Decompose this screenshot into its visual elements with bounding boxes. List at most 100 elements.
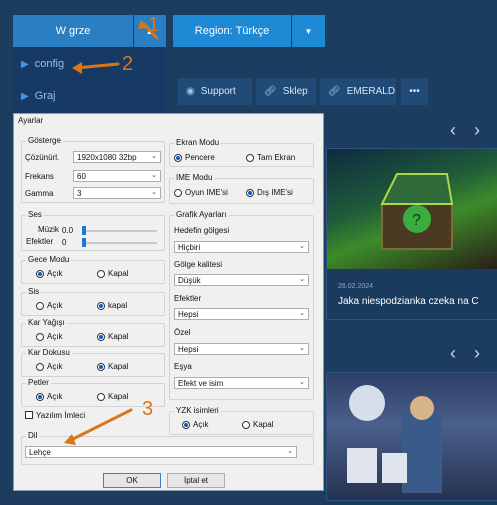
dropdown-item-config[interactable]: ▶ config: [21, 58, 64, 70]
chevron-down-icon: ⌄: [299, 276, 305, 283]
resolution-select[interactable]: 1920x1080 32bp ⌄: [73, 151, 161, 163]
svg-text:?: ?: [412, 212, 421, 229]
radio-yzk-on[interactable]: Açık: [182, 420, 209, 429]
radio-snow-texture-on[interactable]: Açık: [36, 362, 63, 371]
annotation-number-3: 3: [142, 398, 154, 420]
fog-group: Sis Açık kapal: [21, 287, 165, 316]
radio-window[interactable]: Pencere: [174, 153, 215, 162]
yzk-names-title: YZK isimleri: [174, 406, 221, 415]
region-dropdown-toggle[interactable]: ▼: [292, 15, 325, 47]
graphics-title: Grafik Ayarları: [174, 210, 229, 219]
language-dropdown-menu: ▶ config ▶ Graj: [13, 47, 166, 117]
gamma-label: Gamma: [25, 189, 54, 198]
gamma-select[interactable]: 3 ⌄: [73, 187, 161, 199]
caret-down-icon: ▼: [304, 26, 313, 36]
snow-texture-group: Kar Dokusu Açık Kapal: [21, 348, 165, 377]
carousel-next-icon[interactable]: ›: [474, 120, 480, 141]
treasure-chest-image: ?: [380, 173, 454, 250]
effects-slider[interactable]: [82, 242, 157, 244]
nav-emerald[interactable]: 🔗︎ EMERALD: [320, 78, 396, 105]
radio-snowfall-off[interactable]: Kapal: [97, 332, 128, 341]
items-select[interactable]: Efekt ve isim ⌄: [174, 377, 309, 389]
ime-mode-group: IME Modu Oyun IME'si Dış IME'si: [169, 173, 314, 204]
display-group-title: Gösterge: [26, 136, 63, 145]
radio-snowfall-on[interactable]: Açık: [36, 332, 63, 341]
fog-title: Sis: [26, 287, 42, 296]
radio-yzk-off[interactable]: Kapal: [242, 420, 273, 429]
effects-slider-thumb[interactable]: [82, 238, 86, 247]
screen-mode-title: Ekran Modu: [174, 138, 222, 147]
discord-icon: ◉: [186, 86, 195, 97]
frequency-select[interactable]: 60 ⌄: [73, 170, 161, 182]
night-mode-title: Gece Modu: [26, 255, 72, 264]
sound-title: Ses: [26, 210, 44, 219]
radio-fog-on[interactable]: Açık: [36, 301, 63, 310]
items-label: Eşya: [174, 362, 192, 371]
sound-group: Ses Müzik 0.0 Efektler 0: [21, 210, 165, 251]
language-group: Dil Lehçe ⌄: [21, 431, 314, 465]
chevron-down-icon: ⌄: [299, 243, 305, 250]
nav-shop[interactable]: 🔗︎ Sklep: [256, 78, 316, 105]
pets-title: Petler: [26, 378, 51, 387]
warrior-wolves-image: [347, 385, 442, 493]
language-title: Dil: [26, 431, 40, 440]
effects-volume-label: Efektler: [26, 237, 54, 246]
news-card[interactable]: ? 26.02.2024 Jaka niespodzianka czeka na…: [326, 148, 497, 320]
dropdown-item-label: config: [34, 58, 65, 70]
radio-fullscreen[interactable]: Tam Ekran: [246, 153, 295, 162]
target-shadow-label: Hedefin gölgesi: [174, 226, 230, 235]
music-slider-thumb[interactable]: [82, 226, 86, 235]
shadow-quality-label: Gölge kalitesi: [174, 260, 223, 269]
chevron-down-icon: ⌄: [287, 448, 293, 455]
radio-pets-on[interactable]: Açık: [36, 392, 63, 401]
ok-button[interactable]: OK: [103, 473, 161, 488]
special-select[interactable]: Hepsi ⌄: [174, 343, 309, 355]
music-slider[interactable]: [82, 230, 157, 232]
yzk-names-group: YZK isimleri Açık Kapal: [169, 406, 314, 435]
target-shadow-select[interactable]: Hiçbiri ⌄: [174, 241, 309, 253]
nav-support[interactable]: ◉ Support: [178, 78, 252, 105]
radio-night-off[interactable]: Kapal: [97, 269, 128, 278]
carousel-prev-icon[interactable]: ‹: [450, 343, 456, 364]
dialog-title: Ayarlar: [18, 116, 44, 125]
chevron-down-icon: ⌄: [299, 310, 305, 317]
nav-more-button[interactable]: •••: [401, 78, 428, 105]
radio-external-ime[interactable]: Dış IME'si: [246, 188, 293, 197]
graphics-group: Grafik Ayarları Hedefin gölgesi Hiçbiri ⌄…: [169, 210, 314, 400]
language-button[interactable]: W grze: [13, 15, 133, 47]
language-select[interactable]: Lehçe ⌄: [25, 446, 297, 458]
screen-mode-group: Ekran Modu Pencere Tam Ekran: [169, 138, 314, 167]
region-button[interactable]: Region: Türkçe: [173, 15, 291, 47]
snowfall-title: Kar Yağışı: [26, 318, 67, 327]
chevron-down-icon: ⌄: [151, 189, 157, 196]
music-value: 0.0: [62, 226, 74, 235]
frequency-label: Frekans: [25, 172, 54, 181]
radio-night-on[interactable]: Açık: [36, 269, 63, 278]
software-cursor-checkbox[interactable]: [25, 411, 33, 419]
radio-fog-off[interactable]: kapal: [97, 301, 127, 310]
ime-mode-title: IME Modu: [174, 173, 215, 182]
carousel-next-icon[interactable]: ›: [474, 343, 480, 364]
effects-volume-value: 0: [62, 238, 67, 247]
radio-pets-off[interactable]: Kapal: [97, 392, 128, 401]
radio-snow-texture-off[interactable]: Kapal: [97, 362, 128, 371]
news-card-image[interactable]: [326, 372, 497, 501]
news-image: ?: [327, 149, 497, 269]
carousel-prev-icon[interactable]: ‹: [450, 120, 456, 141]
shadow-quality-select[interactable]: Düşük ⌄: [174, 274, 309, 286]
software-cursor-label: Yazılım İmleci: [36, 411, 86, 420]
more-icon: •••: [409, 86, 420, 97]
nav-bar: ◉ Support 🔗︎ Sklep 🔗︎ EMERALD •••: [166, 78, 497, 105]
nav-label: Support: [200, 86, 236, 97]
cancel-button[interactable]: İptal et: [167, 473, 225, 488]
news-date: 26.02.2024: [338, 283, 374, 290]
graphics-effects-select[interactable]: Hepsi ⌄: [174, 308, 309, 320]
dropdown-item-graj[interactable]: ▶ Graj: [21, 90, 55, 102]
snow-texture-title: Kar Dokusu: [26, 348, 72, 357]
night-mode-group: Gece Modu Açık Kapal: [21, 255, 165, 284]
graphics-effects-label: Efektler: [174, 294, 202, 303]
snowfall-group: Kar Yağışı Açık Kapal: [21, 318, 165, 347]
radio-game-ime[interactable]: Oyun IME'si: [174, 188, 228, 197]
link-icon: 🔗︎: [328, 86, 341, 97]
chevron-down-icon: ⌄: [151, 172, 157, 179]
